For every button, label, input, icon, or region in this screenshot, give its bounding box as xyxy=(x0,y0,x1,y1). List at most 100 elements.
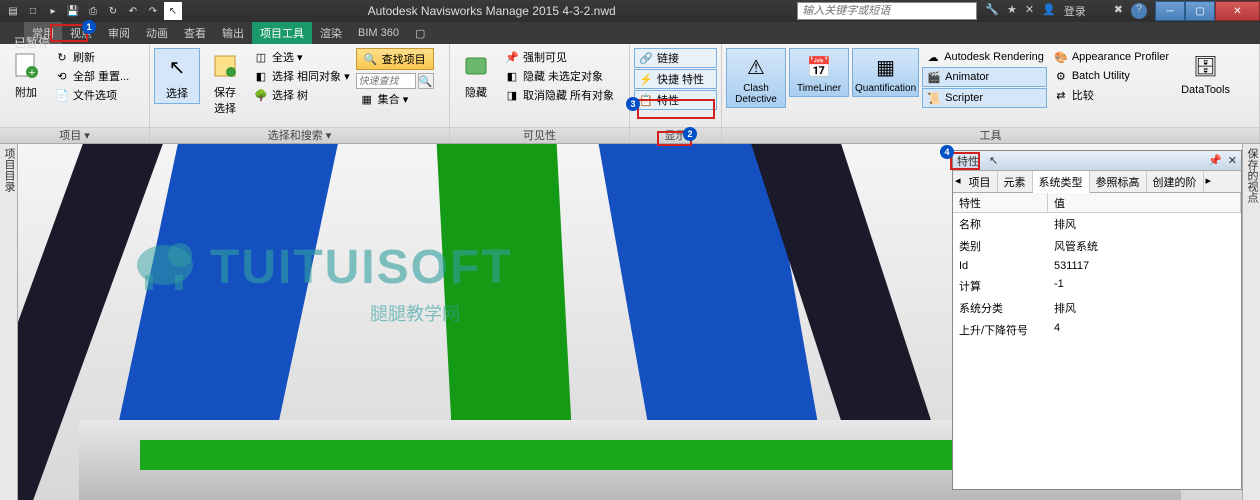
tool-icon[interactable]: 🔧 xyxy=(985,3,999,19)
annotation-box-4 xyxy=(950,152,980,170)
animator-button[interactable]: 🎬Animator xyxy=(922,67,1047,87)
refresh-icon: ↻ xyxy=(54,49,70,65)
scripter-button[interactable]: 📜Scripter xyxy=(922,88,1047,108)
left-dock-strip: 项目目录 Clash Detective 集合 测量工具 xyxy=(0,144,18,500)
file-options-button[interactable]: 📄文件选项 xyxy=(51,86,132,104)
links-button[interactable]: 🔗链接 xyxy=(634,48,717,68)
tab-scroll-left-icon[interactable]: ◂ xyxy=(953,171,963,192)
redo-icon[interactable]: ↷ xyxy=(144,2,162,20)
prop-value: 排风 xyxy=(1048,215,1241,233)
dock-project-browser[interactable]: 项目目录 xyxy=(1,148,17,500)
prop-key: Id xyxy=(953,259,1048,273)
property-row[interactable]: Id531117 xyxy=(953,257,1241,275)
dock-saved-viewpoints[interactable]: 保存的视点 xyxy=(1244,148,1260,500)
login-link[interactable]: 登录 xyxy=(1064,3,1086,19)
datatools-button[interactable]: 🗄DataTools xyxy=(1175,48,1236,98)
property-row[interactable]: 计算-1 xyxy=(953,275,1241,297)
print-icon[interactable]: ⎙ xyxy=(84,2,102,20)
window-controls: ─ ▢ ✕ xyxy=(1155,1,1260,21)
append-button[interactable]: + 附加 xyxy=(4,48,48,102)
tab-view[interactable]: 查看 xyxy=(176,22,214,44)
batch-utility-button[interactable]: ⚙Batch Utility xyxy=(1050,67,1172,85)
refresh-icon[interactable]: ↻ xyxy=(104,2,122,20)
new-icon[interactable]: □ xyxy=(24,2,42,20)
keyword-search-input[interactable] xyxy=(797,2,977,20)
close-button[interactable]: ✕ xyxy=(1215,1,1260,21)
panel-visibility: 隐藏 📌强制可见 ◧隐藏 未选定对象 ◨取消隐藏 所有对象 可见性 xyxy=(450,44,630,143)
panel-select-search: ↖ 选择 保存 选择 ◫全选 ▾ ◧选择 相同对象 ▾ 🌳选择 树 🔍查找项目 … xyxy=(150,44,450,143)
quick-properties-button[interactable]: ⚡快捷 特性 xyxy=(634,69,717,89)
save-selection-button[interactable]: 保存 选择 xyxy=(203,48,247,118)
maximize-button[interactable]: ▢ xyxy=(1185,1,1215,21)
autodesk-rendering-button[interactable]: ☁Autodesk Rendering xyxy=(922,48,1047,66)
property-row[interactable]: 名称排风 xyxy=(953,213,1241,235)
prop-tab-item[interactable]: 项目 xyxy=(963,171,998,192)
hide-button[interactable]: 隐藏 xyxy=(454,48,498,102)
select-cursor-icon[interactable]: ↖ xyxy=(164,2,182,20)
tab-review[interactable]: 审阅 xyxy=(100,22,138,44)
unhide-all-button[interactable]: ◨取消隐藏 所有对象 xyxy=(501,86,617,104)
quick-find-input[interactable] xyxy=(356,73,416,89)
panel-tools: ⚠Clash Detective 📅TimeLiner ▦Quantificat… xyxy=(722,44,1260,143)
help-icon[interactable]: ? xyxy=(1131,3,1147,19)
tab-animation[interactable]: 动画 xyxy=(138,22,176,44)
append-icon: + xyxy=(10,50,42,82)
tab-render[interactable]: 渲染 xyxy=(312,22,350,44)
properties-header: 特性 值 xyxy=(953,193,1241,213)
ribbon-panel: + 附加 ↻刷新 ⟲全部 重置... 📄文件选项 项目 ▾ ↖ 选择 保存 选择… xyxy=(0,44,1260,144)
property-row[interactable]: 类别风管系统 xyxy=(953,235,1241,257)
search-icon[interactable]: 🔍 xyxy=(418,73,434,89)
prop-value: 排风 xyxy=(1048,299,1241,317)
save-icon[interactable]: 💾 xyxy=(64,2,82,20)
select-all-button[interactable]: ◫全选 ▾ xyxy=(250,48,353,66)
clash-detective-button[interactable]: ⚠Clash Detective xyxy=(726,48,786,108)
tab-bim360[interactable]: BIM 360 xyxy=(350,24,407,42)
undo-icon[interactable]: ↶ xyxy=(124,2,142,20)
compare-button[interactable]: ⇄比较 xyxy=(1050,86,1172,104)
tab-itemtools[interactable]: 项目工具 xyxy=(252,22,312,44)
hide-icon xyxy=(460,50,492,82)
tab-scroll-right-icon[interactable]: ▸ xyxy=(1204,171,1214,192)
property-row[interactable]: 系统分类排风 xyxy=(953,297,1241,319)
require-button[interactable]: 📌强制可见 xyxy=(501,48,617,66)
exchange-x-icon[interactable]: ✖ xyxy=(1114,3,1123,19)
animator-icon: 🎬 xyxy=(926,69,942,85)
properties-panel: 特性 ↖ 📌 ✕ ◂ 项目 元素 系统类型 参照标高 创建的阶 ▸ 特性 值 名… xyxy=(952,150,1242,490)
reset-icon: ⟲ xyxy=(54,68,70,84)
annotation-marker-4: 4 xyxy=(940,145,954,159)
prop-tab-reflevel[interactable]: 参照标高 xyxy=(1090,171,1147,192)
selall-icon: ◫ xyxy=(253,49,269,65)
sets-button[interactable]: ▦集合 ▾ xyxy=(356,90,434,108)
prop-tab-phase[interactable]: 创建的阶 xyxy=(1147,171,1204,192)
prop-key: 类别 xyxy=(953,237,1048,255)
reset-all-button[interactable]: ⟲全部 重置... xyxy=(51,67,132,85)
hideunsel-icon: ◧ xyxy=(504,68,520,84)
property-row[interactable]: 上升/下降符号4 xyxy=(953,319,1241,341)
minimize-button[interactable]: ─ xyxy=(1155,1,1185,21)
prop-tab-systemtype[interactable]: 系统类型 xyxy=(1033,171,1090,193)
close-panel-icon[interactable]: ✕ xyxy=(1228,154,1237,167)
selection-tree-button[interactable]: 🌳选择 树 xyxy=(250,86,353,104)
panel-display: 🔗链接 ⚡快捷 特性 📋特性 显示 xyxy=(630,44,722,143)
find-items-button[interactable]: 🔍查找项目 xyxy=(356,48,434,70)
appearance-profiler-button[interactable]: 🎨Appearance Profiler xyxy=(1050,48,1172,66)
quantification-button[interactable]: ▦Quantification xyxy=(852,48,919,97)
tab-panel-expand-icon[interactable]: ▢ xyxy=(407,24,433,43)
app-menu-icon[interactable]: ▤ xyxy=(4,2,22,20)
panel-project-title: 项目 ▾ xyxy=(0,127,149,143)
refresh-button[interactable]: ↻刷新 xyxy=(51,48,132,66)
prop-tab-element[interactable]: 元素 xyxy=(998,171,1033,192)
user-icon[interactable]: 👤 xyxy=(1042,3,1056,19)
open-icon[interactable]: ▸ xyxy=(44,2,62,20)
pin-icon[interactable]: 📌 xyxy=(1208,154,1222,167)
properties-title-bar[interactable]: 特性 ↖ 📌 ✕ xyxy=(953,151,1241,171)
exchange-icon[interactable]: ✕ xyxy=(1025,3,1034,19)
select-same-button[interactable]: ◧选择 相同对象 ▾ xyxy=(250,67,353,85)
hide-unselected-button[interactable]: ◧隐藏 未选定对象 xyxy=(501,67,617,85)
autorender-icon: ☁ xyxy=(925,49,941,65)
tab-output[interactable]: 输出 xyxy=(214,22,252,44)
compare-icon: ⇄ xyxy=(1053,87,1069,103)
select-button[interactable]: ↖ 选择 xyxy=(154,48,200,104)
star-icon[interactable]: ★ xyxy=(1007,3,1017,19)
timeliner-button[interactable]: 📅TimeLiner xyxy=(789,48,849,97)
